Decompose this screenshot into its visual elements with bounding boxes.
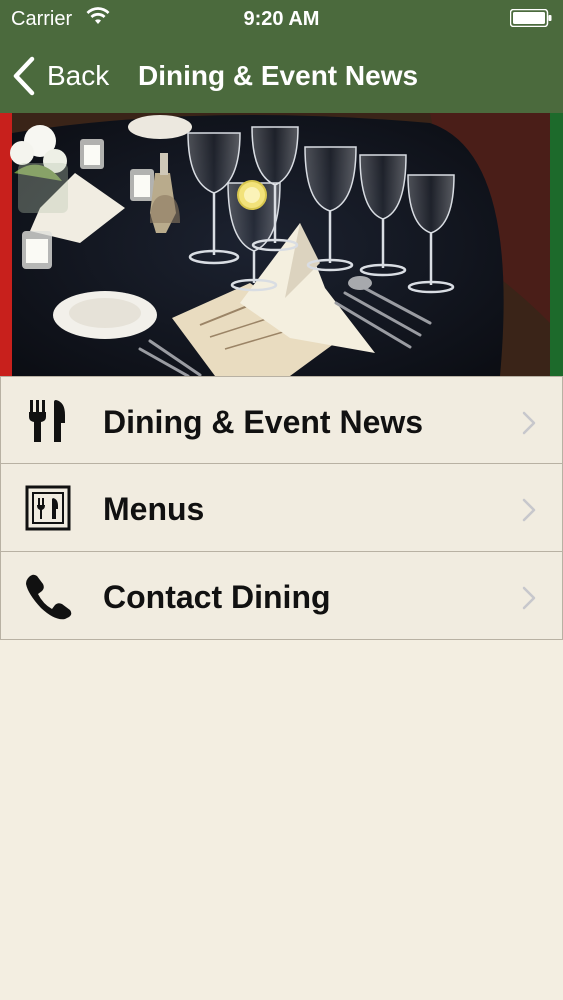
header: Carrier 9:20 AM Back Dining & Event News	[0, 0, 563, 113]
menu-item-dining-event-news[interactable]: Dining & Event News	[0, 376, 563, 464]
menu-card-icon	[25, 485, 71, 531]
status-bar: Carrier 9:20 AM	[0, 0, 563, 38]
back-button[interactable]: Back	[12, 54, 109, 98]
menu-item-menus[interactable]: Menus	[0, 464, 563, 552]
menu-item-label: Dining & Event News	[103, 404, 424, 440]
phone-icon	[26, 574, 72, 620]
fork-knife-icon	[29, 400, 65, 442]
time-label: 9:20 AM	[243, 8, 320, 30]
navigation-bar: Back Dining & Event News	[0, 40, 563, 113]
menu-item-label: Menus	[103, 491, 205, 527]
menu-item-contact-dining[interactable]: Contact Dining	[0, 552, 563, 640]
chevron-left-icon	[13, 56, 35, 96]
hero-image	[0, 113, 563, 376]
chevron-right-icon	[522, 586, 536, 610]
chevron-right-icon	[522, 411, 536, 435]
empty-content-area	[0, 640, 563, 1000]
page-title: Dining & Event News	[138, 60, 419, 91]
back-button-label: Back	[47, 60, 110, 91]
battery-icon	[510, 9, 552, 27]
chevron-right-icon	[522, 498, 536, 522]
menu-item-label: Contact Dining	[103, 579, 331, 615]
menu-list: Dining & Event News Menus Contact Dining	[0, 376, 563, 640]
